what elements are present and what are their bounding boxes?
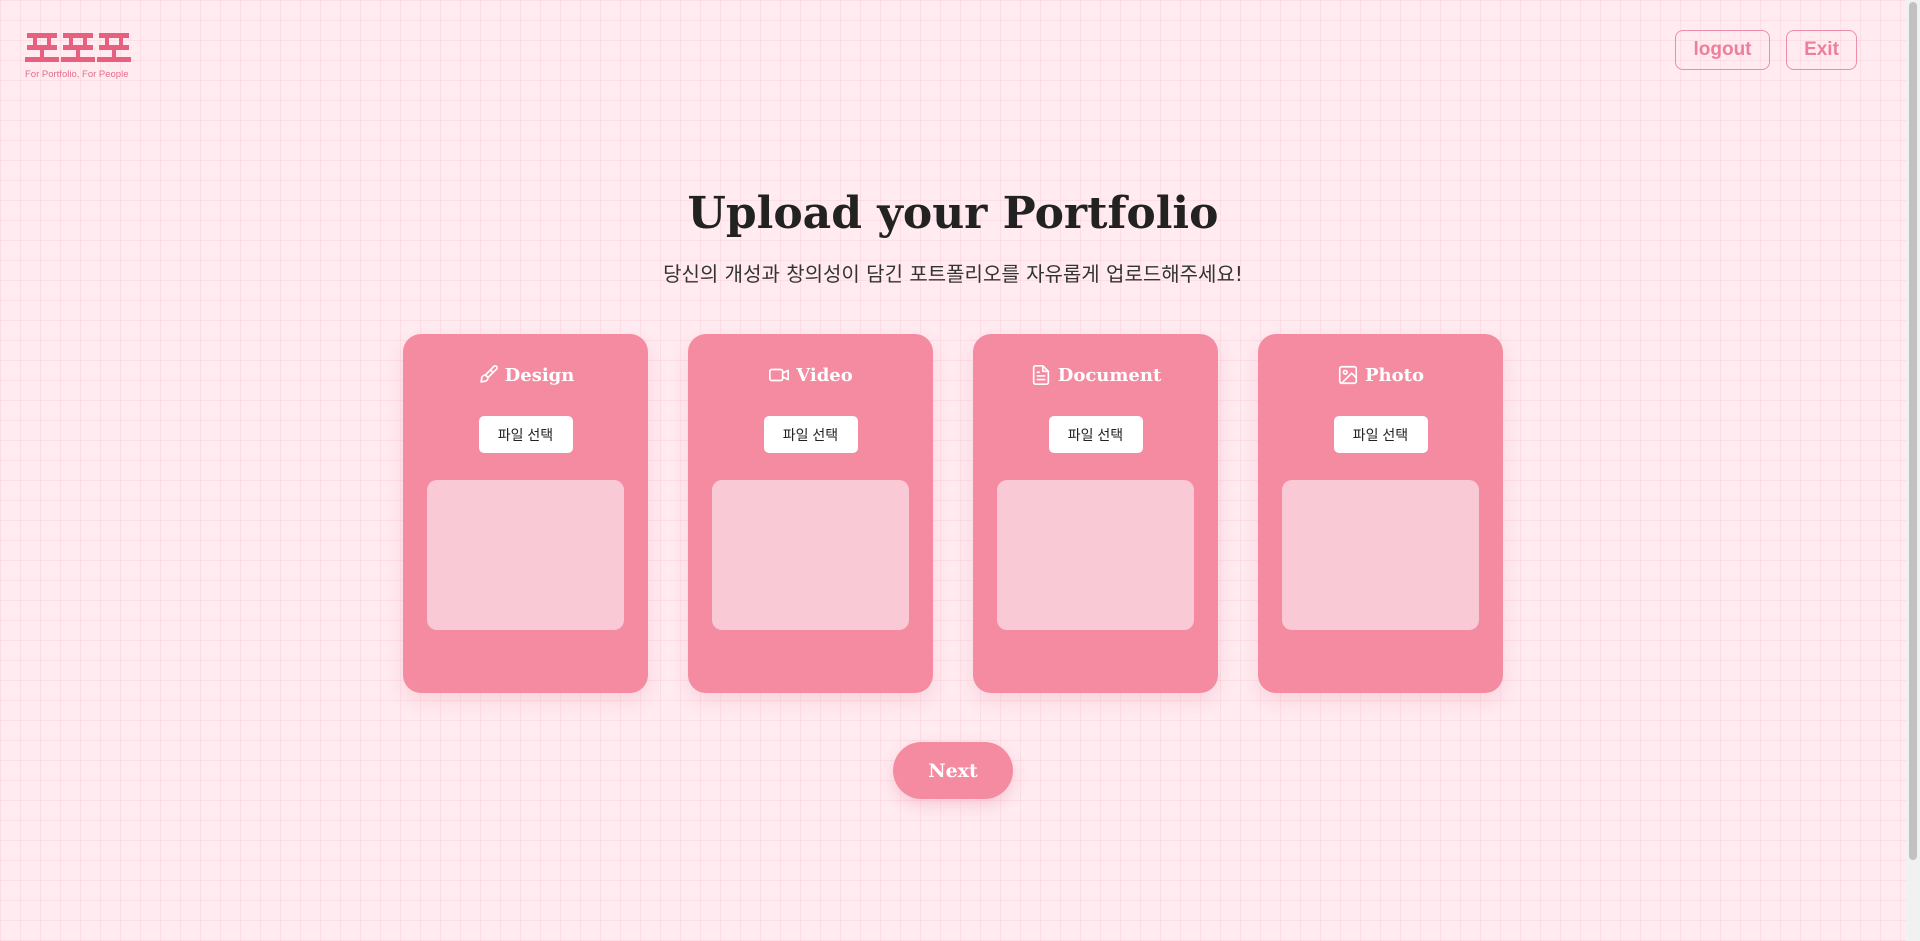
card-label: Video <box>796 364 853 386</box>
upload-card-video: Video 파일 선택 <box>688 334 933 693</box>
exit-button[interactable]: Exit <box>1786 30 1857 70</box>
document-icon <box>1032 365 1049 385</box>
upload-card-design: Design 파일 선택 <box>403 334 648 693</box>
logo-glyph <box>25 33 59 62</box>
logo-tagline: For Portfolio, For People <box>25 69 129 80</box>
image-icon <box>1338 365 1358 385</box>
card-label: Document <box>1057 364 1162 386</box>
logo-mark <box>25 31 135 65</box>
card-label: Design <box>504 364 575 386</box>
logo-glyph <box>97 33 131 62</box>
page-subtitle: 당신의 개성과 창의성이 담긴 포트폴리오를 자유롭게 업로드해주세요! <box>663 262 1243 286</box>
preview-area <box>1282 480 1479 630</box>
scrollbar[interactable] <box>1906 0 1920 941</box>
video-camera-icon <box>769 368 790 382</box>
card-header: Video <box>688 363 933 387</box>
logo[interactable]: For Portfolio, For People <box>25 31 135 80</box>
logo-glyph <box>61 33 95 62</box>
preview-area <box>997 480 1194 630</box>
paintbrush-icon <box>479 365 498 383</box>
card-header: Design <box>403 363 648 387</box>
card-header: Document <box>973 363 1218 387</box>
choose-file-button[interactable]: 파일 선택 <box>1048 416 1143 453</box>
card-header: Photo <box>1258 363 1503 387</box>
choose-file-button[interactable]: 파일 선택 <box>1333 416 1428 453</box>
page-title: Upload your Portfolio <box>687 188 1219 239</box>
logout-button[interactable]: logout <box>1675 30 1770 70</box>
scrollbar-thumb[interactable] <box>1909 2 1917 860</box>
preview-area <box>712 480 909 630</box>
upload-card-photo: Photo 파일 선택 <box>1258 334 1503 693</box>
preview-area <box>427 480 624 630</box>
next-button[interactable]: Next <box>893 742 1013 799</box>
upload-card-document: Document 파일 선택 <box>973 334 1218 693</box>
choose-file-button[interactable]: 파일 선택 <box>478 416 573 453</box>
card-label: Photo <box>1365 364 1424 386</box>
choose-file-button[interactable]: 파일 선택 <box>763 416 858 453</box>
